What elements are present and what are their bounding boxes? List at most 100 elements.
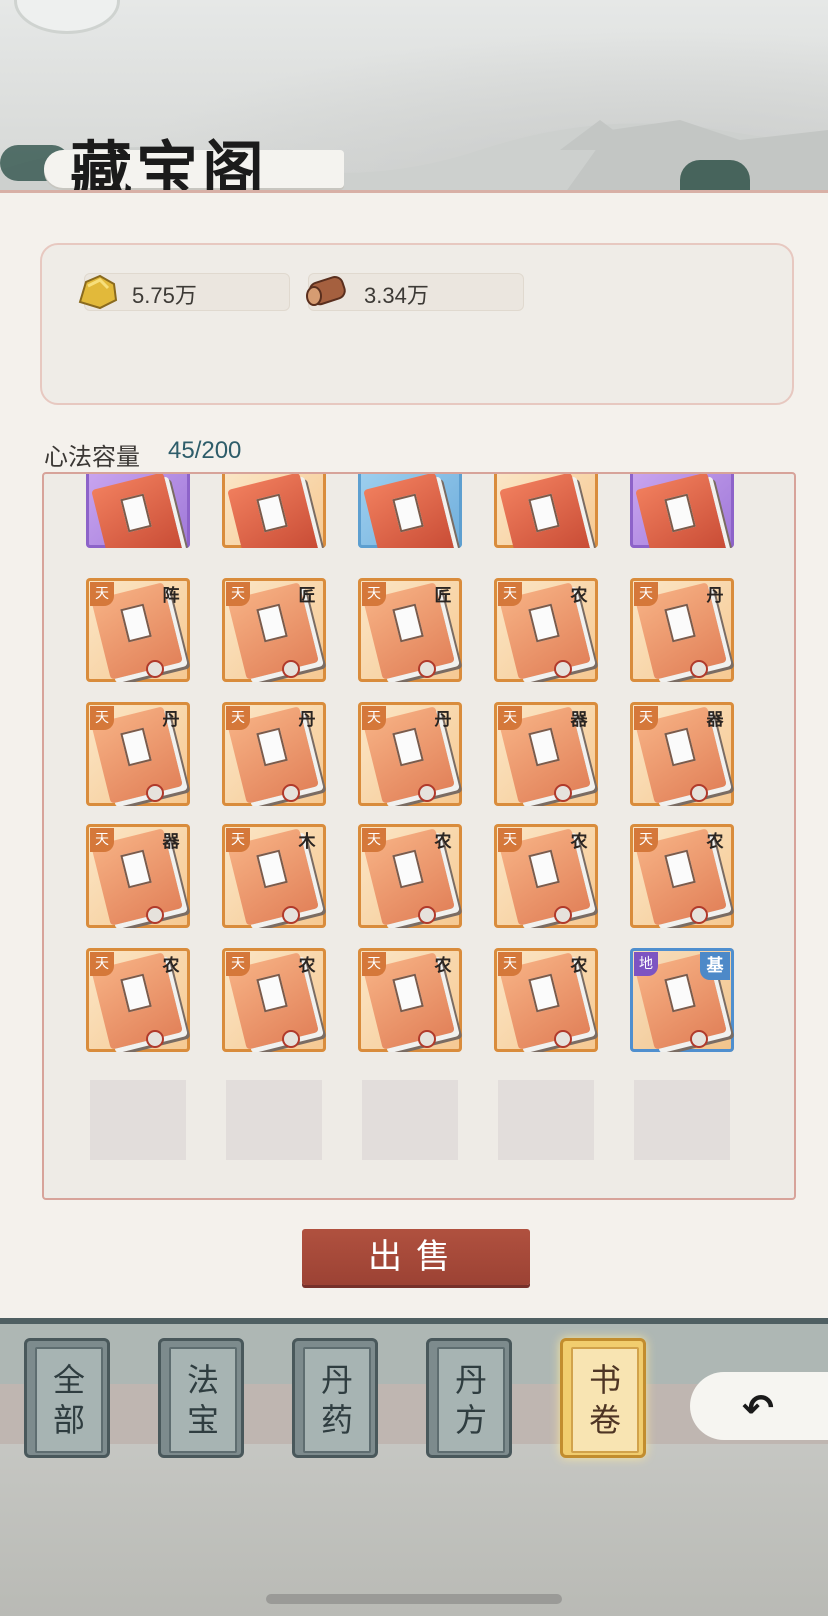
- grade-tag: 天: [634, 706, 658, 730]
- category-tag: 丹: [706, 586, 724, 606]
- tassel-icon: [282, 660, 300, 678]
- inventory-item[interactable]: 天农: [222, 948, 326, 1052]
- book-icon: [363, 474, 455, 548]
- tassel-icon: [146, 906, 164, 924]
- category-tag: 匠: [298, 586, 316, 606]
- inventory-item[interactable]: 天农: [86, 948, 190, 1052]
- tassel-icon: [690, 1030, 708, 1048]
- capacity-value: 45/200: [168, 437, 242, 464]
- tab-pills-label-2: 药: [320, 1401, 353, 1439]
- gold-amount: 5.75万: [132, 283, 197, 308]
- inventory-item[interactable]: 天器: [630, 702, 734, 806]
- book-icon: [499, 474, 591, 548]
- tassel-icon: [146, 660, 164, 678]
- category-tag: 丹: [298, 710, 316, 730]
- category-tag: 农: [706, 832, 724, 852]
- grade-tag: 天: [90, 706, 114, 730]
- tab-recipes-label-2: 方: [454, 1401, 487, 1439]
- grade-tag: 天: [226, 828, 250, 852]
- grade-tag: 天: [226, 952, 250, 976]
- tab-pills[interactable]: 丹药: [292, 1338, 378, 1458]
- inventory-item[interactable]: 天丹: [358, 702, 462, 806]
- empty-slot[interactable]: [498, 1080, 594, 1160]
- inventory-item[interactable]: 地基: [630, 948, 734, 1052]
- inventory-item[interactable]: 天匠: [222, 578, 326, 682]
- inventory-item[interactable]: 天丹: [86, 702, 190, 806]
- category-tag: 器: [570, 710, 588, 730]
- wood-log-icon: [306, 276, 346, 306]
- inventory-item[interactable]: [494, 474, 598, 548]
- grade-tag: 天: [362, 582, 386, 606]
- tassel-icon: [554, 784, 572, 802]
- grade-tag: 天: [90, 828, 114, 852]
- item-grid: 天阵天匠天匠天农天丹天丹天丹天丹天器天器天器天木天农天农天农天农天农天农天农地基: [42, 472, 796, 1200]
- grade-tag: 天: [90, 582, 114, 606]
- inventory-item[interactable]: 天丹: [630, 578, 734, 682]
- category-tag: 丹: [434, 710, 452, 730]
- category-tag: 器: [706, 710, 724, 730]
- category-tag: 木: [298, 832, 316, 852]
- tab-all-label-2: 部: [52, 1401, 85, 1439]
- book-icon: [635, 474, 727, 548]
- tassel-icon: [282, 1030, 300, 1048]
- tassel-icon: [690, 906, 708, 924]
- tassel-icon: [418, 784, 436, 802]
- category-tag: 农: [570, 956, 588, 976]
- category-tag: 农: [298, 956, 316, 976]
- cloud-decoration-right: [680, 160, 750, 194]
- tassel-icon: [690, 660, 708, 678]
- category-tag: 匠: [434, 586, 452, 606]
- empty-slot[interactable]: [362, 1080, 458, 1160]
- inventory-item[interactable]: 天农: [358, 824, 462, 928]
- inventory-item[interactable]: [630, 474, 734, 548]
- grade-tag: 天: [226, 582, 250, 606]
- tab-treasure-label-2: 宝: [186, 1401, 219, 1439]
- category-tag: 丹: [162, 710, 180, 730]
- grade-tag: 天: [498, 706, 522, 730]
- tab-pills-label-1: 丹: [320, 1361, 353, 1399]
- inventory-item[interactable]: 天木: [222, 824, 326, 928]
- inventory-item[interactable]: 天农: [494, 578, 598, 682]
- inventory-item[interactable]: 天农: [630, 824, 734, 928]
- back-arrow-icon[interactable]: ↶: [742, 1386, 774, 1431]
- category-tag: 农: [570, 586, 588, 606]
- inventory-item[interactable]: 天器: [86, 824, 190, 928]
- inventory-item[interactable]: 天阵: [86, 578, 190, 682]
- grade-tag: 天: [634, 828, 658, 852]
- gold-ore-icon: [78, 274, 118, 310]
- inventory-item[interactable]: 天农: [494, 824, 598, 928]
- book-icon: [227, 474, 319, 548]
- tab-all[interactable]: 全部: [24, 1338, 110, 1458]
- tab-treasure[interactable]: 法宝: [158, 1338, 244, 1458]
- inventory-item[interactable]: [358, 474, 462, 548]
- sell-button[interactable]: 出售: [302, 1229, 530, 1285]
- tab-recipes-label-1: 丹: [454, 1361, 487, 1399]
- resource-box: [40, 243, 794, 405]
- inventory-item[interactable]: 天农: [358, 948, 462, 1052]
- wood-amount: 3.34万: [364, 283, 429, 308]
- book-icon: [91, 474, 183, 548]
- grade-tag: 天: [90, 952, 114, 976]
- category-tag: 农: [434, 832, 452, 852]
- empty-slot[interactable]: [226, 1080, 322, 1160]
- inventory-item[interactable]: 天器: [494, 702, 598, 806]
- tassel-icon: [418, 906, 436, 924]
- inventory-item[interactable]: 天农: [494, 948, 598, 1052]
- empty-slot[interactable]: [90, 1080, 186, 1160]
- tab-scrolls-label-1: 书: [588, 1361, 621, 1399]
- tassel-icon: [282, 906, 300, 924]
- grade-tag: 天: [226, 706, 250, 730]
- inventory-item[interactable]: [222, 474, 326, 548]
- tassel-icon: [282, 784, 300, 802]
- empty-slot[interactable]: [634, 1080, 730, 1160]
- inventory-item[interactable]: [86, 474, 190, 548]
- tab-scrolls[interactable]: 书卷: [560, 1338, 646, 1458]
- grade-tag: 天: [362, 706, 386, 730]
- tab-recipes[interactable]: 丹方: [426, 1338, 512, 1458]
- grade-tag: 地: [634, 952, 658, 976]
- inventory-item[interactable]: 天匠: [358, 578, 462, 682]
- tassel-icon: [554, 906, 572, 924]
- inventory-item[interactable]: 天丹: [222, 702, 326, 806]
- grade-tag: 天: [498, 952, 522, 976]
- tab-scrolls-label-2: 卷: [588, 1401, 621, 1439]
